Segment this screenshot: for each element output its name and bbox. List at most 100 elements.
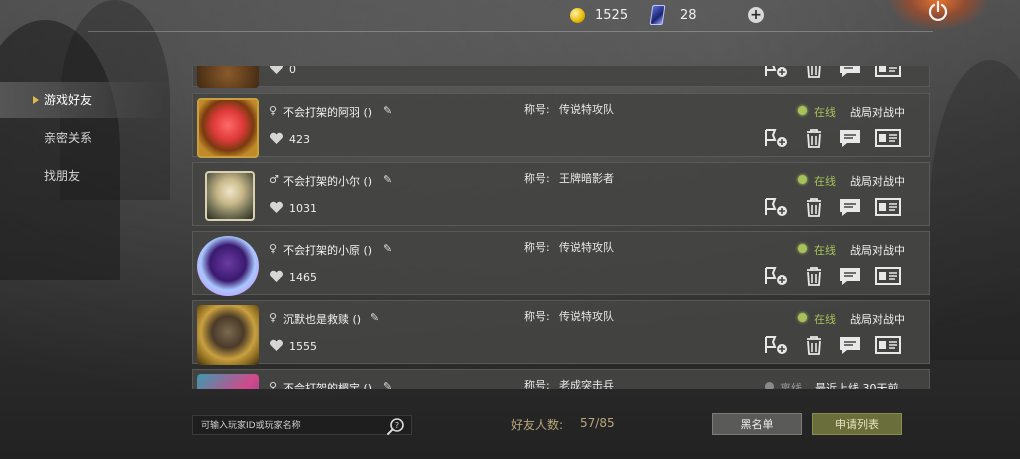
status-text: 在线 [814,244,836,257]
friend-name: 不会打架的小尔 () [283,175,373,188]
heart-icon [270,270,283,282]
title-value: 王牌暗影者 [559,172,614,185]
like-count: 1555 [289,340,317,353]
search-input[interactable] [201,419,381,433]
avatar[interactable] [197,374,259,389]
heart-icon [270,132,283,144]
message-icon[interactable] [836,196,864,218]
coin-icon [570,8,585,23]
sidebar-item-label: 找朋友 [44,169,81,183]
friend-name: 不会打架的小原 () [283,244,373,257]
avatar[interactable] [197,236,259,296]
invite-icon[interactable] [763,265,791,287]
profile-card-icon[interactable] [874,196,902,218]
delete-icon[interactable] [800,66,828,79]
friend-row[interactable]: ♂ 不会打架的小尔 () ✎ 1031 称号: 王牌暗影者 在线 战局对战中 [192,162,930,226]
activity-text: 战局对战中 [850,175,905,188]
background-tree [930,60,1020,360]
friend-row[interactable]: ♀ 不会打架的小原 () ✎ 1465 称号: 传说特攻队 在线 战局对战中 [192,231,930,296]
title-value: 传说特攻队 [559,103,614,116]
search-icon[interactable]: ? [386,416,406,436]
friend-name: 不会打架的阿羽 () [283,106,373,119]
message-icon[interactable] [836,265,864,287]
sidebar-item-label: 亲密关系 [44,131,93,145]
profile-card-icon[interactable] [874,334,902,356]
edit-remark-icon[interactable]: ✎ [383,104,392,117]
title-label: 称号: [524,379,550,389]
activity-text: 战局对战中 [850,106,905,119]
edit-remark-icon[interactable]: ✎ [383,380,392,389]
delete-icon[interactable] [800,334,828,356]
status-text: 在线 [814,313,836,326]
power-icon[interactable] [927,0,949,22]
delete-icon[interactable] [800,265,828,287]
avatar[interactable] [197,98,259,158]
friend-count-label: 好友人数: [511,418,564,432]
friend-count-value: 57/85 [580,416,615,430]
blacklist-button[interactable]: 黑名单 [712,413,802,435]
plus-icon[interactable]: + [748,7,764,23]
coin-count: 1525 [595,8,629,23]
friend-row[interactable]: ♀ 不会打架的楣宝 () ✎ 称号: 老成突击兵 离线 最近上线 30天前 [192,369,930,389]
offline-status-icon [765,382,774,389]
friend-requests-button[interactable]: 申请列表 [812,413,902,435]
invite-icon[interactable] [763,66,791,79]
avatar[interactable] [205,171,255,221]
activity-text: 战局对战中 [850,313,905,326]
coin-balance: 1525 [570,8,628,23]
activity-text: 最近上线 30天前 [815,382,899,389]
title-value: 传说特攻队 [559,241,614,254]
profile-card-icon[interactable] [874,66,902,79]
profile-card-icon[interactable] [874,265,902,287]
heart-icon [270,66,283,74]
row-actions [763,196,913,218]
header-divider [88,31,933,32]
edit-remark-icon[interactable]: ✎ [383,242,392,255]
like-count: 0 [289,66,296,76]
heart-icon [270,201,283,213]
gender-icon: ♀ [269,104,278,117]
friend-row[interactable]: ♀ 沉默也是救赎 () ✎ 1555 称号: 传说特攻队 在线 战局对战中 [192,300,930,365]
status-text: 离线 [780,382,802,389]
row-actions [763,66,913,79]
sidebar-item-relationships[interactable]: 亲密关系 [0,120,170,156]
online-status-icon [798,313,807,322]
profile-card-icon[interactable] [874,127,902,149]
sidebar-item-game-friends[interactable]: 游戏好友 [0,82,170,118]
search-box: ? [192,415,412,435]
invite-icon[interactable] [763,196,791,218]
title-value: 老成突击兵 [559,379,614,389]
invite-icon[interactable] [763,127,791,149]
friend-row[interactable]: 0 [192,66,930,88]
edit-remark-icon[interactable]: ✎ [383,173,392,186]
heart-icon [270,339,283,351]
like-count: 423 [289,133,310,146]
edit-remark-icon[interactable]: ✎ [370,311,379,324]
online-status-icon [798,175,807,184]
title-value: 传说特攻队 [559,310,614,323]
status-text: 在线 [814,106,836,119]
title-label: 称号: [524,241,550,254]
delete-icon[interactable] [800,196,828,218]
row-actions [763,265,913,287]
row-actions [763,127,913,149]
sidebar-item-find-friends[interactable]: 找朋友 [0,158,170,194]
card-icon [649,5,666,25]
delete-icon[interactable] [800,127,828,149]
card-count: 28 [680,7,697,23]
avatar[interactable] [197,66,259,88]
title-label: 称号: [524,103,550,116]
like-count: 1465 [289,271,317,284]
like-count: 1031 [289,202,317,215]
sidebar: 游戏好友 亲密关系 找朋友 [0,82,170,196]
message-icon[interactable] [836,66,864,79]
friend-list[interactable]: 0 ♀ 不会打架的阿羽 () ✎ 423 称号: 传说特攻队 在线 战局对战中 [192,66,930,389]
friend-row[interactable]: ♀ 不会打架的阿羽 () ✎ 423 称号: 传说特攻队 在线 战局对战中 [192,93,930,158]
avatar[interactable] [197,305,259,365]
friend-name: 沉默也是救赎 () [283,313,362,326]
message-icon[interactable] [836,334,864,356]
gender-icon: ♂ [269,173,279,186]
gender-icon: ♀ [269,242,278,255]
message-icon[interactable] [836,127,864,149]
invite-icon[interactable] [763,334,791,356]
